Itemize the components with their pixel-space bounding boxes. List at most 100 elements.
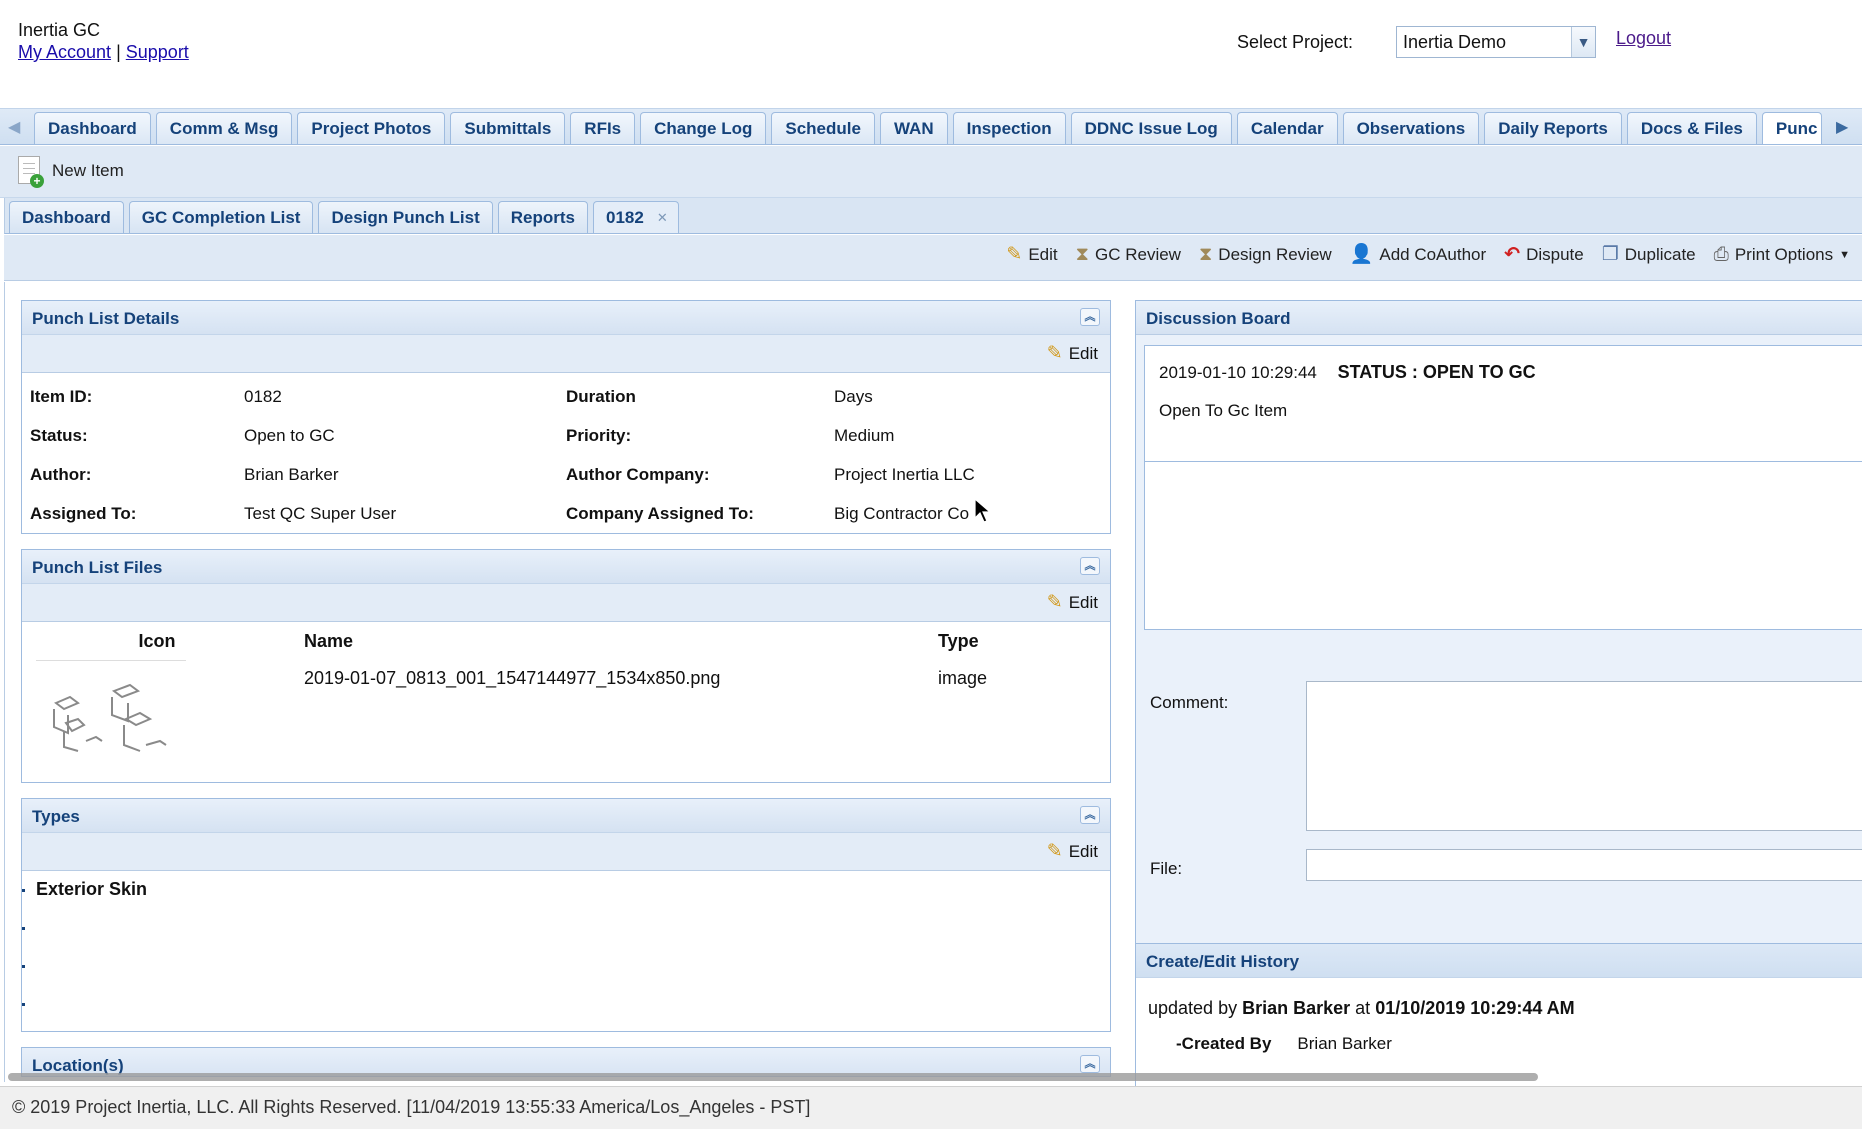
author-company-label: Author Company: [566, 464, 710, 484]
dispute-button[interactable]: ↶ Dispute [1504, 245, 1584, 265]
panel-title: Create/Edit History [1146, 952, 1300, 971]
tab-calendar[interactable]: Calendar [1236, 112, 1338, 144]
sub-tab-strip: Dashboard GC Completion List Design Punc… [4, 198, 1862, 234]
column-header-type: Type [938, 630, 979, 651]
tab-schedule[interactable]: Schedule [771, 112, 875, 144]
history-datetime: 01/10/2019 10:29:44 AM [1375, 998, 1575, 1018]
files-table: Icon Name Type 2019-01-07_0813_001_15471… [22, 622, 1110, 760]
logout-link[interactable]: Logout [1616, 28, 1671, 49]
status-value: Open to GC [244, 425, 335, 445]
chevron-down-icon[interactable]: ▼ [1571, 27, 1595, 57]
tab-comm-msg[interactable]: Comm & Msg [155, 112, 293, 144]
design-review-button[interactable]: ⧗ Design Review [1199, 245, 1332, 265]
tab-project-photos[interactable]: Project Photos [297, 112, 446, 144]
support-link[interactable]: Support [126, 42, 189, 62]
subtab-gc-completion-list[interactable]: GC Completion List [128, 201, 314, 233]
duration-label: Duration [566, 386, 636, 406]
hourglass-icon: ⧗ [1075, 244, 1089, 265]
project-select-value: Inertia Demo [1403, 32, 1507, 52]
new-document-icon: + [16, 154, 44, 188]
print-options-label: Print Options [1734, 245, 1834, 264]
tab-change-log[interactable]: Change Log [640, 112, 767, 144]
tab-daily-reports[interactable]: Daily Reports [1484, 112, 1622, 144]
subtab-reports[interactable]: Reports [497, 201, 588, 233]
edit-label: Edit [1028, 245, 1058, 264]
scroll-right-icon[interactable]: ▶ [1836, 117, 1848, 137]
file-name[interactable]: 2019-01-07_0813_001_1547144977_1534x850.… [292, 660, 938, 760]
subtab-dashboard[interactable]: Dashboard [9, 201, 124, 233]
caret-down-icon: ▼ [1839, 249, 1850, 261]
collapse-icon[interactable]: ︽ [1080, 557, 1100, 575]
project-select[interactable]: Inertia Demo ▼ [1396, 26, 1596, 58]
entry-status: STATUS : OPEN TO GC [1337, 362, 1536, 382]
file-label: File: [1150, 859, 1183, 878]
entry-message: Open To Gc Item [1159, 401, 1288, 420]
details-row: Status: Open to GC Priority: Medium [30, 416, 1102, 455]
files-edit-button[interactable]: ✎ Edit [1047, 593, 1098, 613]
edit-label: Edit [1068, 842, 1098, 861]
details-row: Author: Brian Barker Author Company: Pro… [30, 455, 1102, 494]
file-type: image [938, 668, 988, 688]
panel-title: Discussion Board [1146, 309, 1291, 328]
comment-textarea[interactable] [1306, 681, 1862, 831]
created-by-value: Brian Barker [1297, 1034, 1392, 1053]
close-icon[interactable]: ✕ [657, 202, 668, 234]
subtab-design-punch-list[interactable]: Design Punch List [318, 201, 493, 233]
horizontal-scrollbar[interactable] [8, 1073, 1538, 1081]
edit-label: Edit [1068, 344, 1098, 363]
tab-observations[interactable]: Observations [1342, 112, 1480, 144]
tab-dashboard[interactable]: Dashboard [34, 112, 151, 144]
tab-submittals[interactable]: Submittals [450, 112, 566, 144]
panel-header: Types ︽ [22, 799, 1110, 833]
tab-docs-files[interactable]: Docs & Files [1626, 112, 1757, 144]
tab-rfis[interactable]: RFIs [570, 112, 636, 144]
punch-list-details-panel: Punch List Details ︽ ✎ Edit Item ID: 018… [21, 300, 1111, 534]
file-input[interactable] [1306, 849, 1862, 881]
edit-button[interactable]: ✎ Edit [1006, 245, 1057, 265]
details-row: Assigned To: Test QC Super User Company … [30, 494, 1102, 533]
pencil-icon: ✎ [1046, 343, 1063, 364]
collapse-icon[interactable]: ︽ [1080, 1055, 1100, 1073]
item-actions: ✎ Edit ⧗ GC Review ⧗ Design Review 👤 Add… [1006, 245, 1850, 265]
page-header: Inertia GC My Account | Support Select P… [0, 0, 1862, 108]
print-options-button[interactable]: ⎙ Print Options ▼ [1714, 245, 1850, 265]
add-coauthor-button[interactable]: 👤 Add CoAuthor [1350, 245, 1486, 265]
gc-review-button[interactable]: ⧗ GC Review [1076, 245, 1181, 265]
details-row: Item ID: 0182 Duration Days [30, 377, 1102, 416]
details-edit-button[interactable]: ✎ Edit [1047, 344, 1098, 364]
company-name: Inertia GC [18, 20, 101, 40]
column-header-name: Name [304, 630, 354, 651]
entry-timestamp: 2019-01-10 10:29:44 [1159, 363, 1317, 382]
collapse-icon[interactable]: ︽ [1080, 308, 1100, 326]
page-footer: © 2019 Project Inertia, LLC. All Rights … [0, 1086, 1862, 1129]
author-company-value: Project Inertia LLC [834, 464, 975, 484]
subtab-item-0182[interactable]: 0182 ✕ [593, 201, 679, 233]
panel-header: Discussion Board [1136, 301, 1862, 335]
undo-arrow-icon: ↶ [1504, 244, 1521, 265]
tab-ddnc-issue-log[interactable]: DDNC Issue Log [1070, 112, 1232, 144]
panel-header: Punch List Details ︽ [22, 301, 1110, 335]
file-thumbnail[interactable] [36, 660, 186, 760]
tab-punch-list[interactable]: Punc [1761, 112, 1822, 144]
tab-inspection[interactable]: Inspection [952, 112, 1066, 144]
my-account-link[interactable]: My Account [18, 42, 111, 62]
item-action-bar: ✎ Edit ⧗ GC Review ⧗ Design Review 👤 Add… [4, 235, 1862, 281]
new-item-button[interactable]: + New Item [16, 154, 124, 188]
user-add-icon: 👤 [1349, 244, 1374, 265]
table-row: 2019-01-07_0813_001_1547144977_1534x850.… [22, 660, 1110, 760]
assigned-to-value: Test QC Super User [244, 503, 397, 523]
types-edit-button[interactable]: ✎ Edit [1047, 842, 1098, 862]
author-label: Author: [30, 464, 92, 484]
edit-row: ✎ Edit [22, 833, 1110, 871]
collapse-icon[interactable]: ︽ [1080, 806, 1100, 824]
item-id-value: 0182 [244, 386, 282, 406]
scroll-left-icon[interactable]: ◀ [8, 117, 20, 137]
details-grid: Item ID: 0182 Duration Days Status: Open… [22, 373, 1110, 533]
history-update-line: updated by Brian Barker at 01/10/2019 10… [1148, 998, 1575, 1019]
link-separator: | [116, 42, 121, 62]
duplicate-button[interactable]: ❐ Duplicate [1602, 245, 1696, 265]
company-assigned-value: Big Contractor Co [834, 503, 970, 523]
main-tab-strip: ◀ Dashboard Comm & Msg Project Photos Su… [0, 108, 1862, 145]
tab-wan[interactable]: WAN [879, 112, 948, 144]
panel-header: Create/Edit History [1136, 944, 1862, 978]
